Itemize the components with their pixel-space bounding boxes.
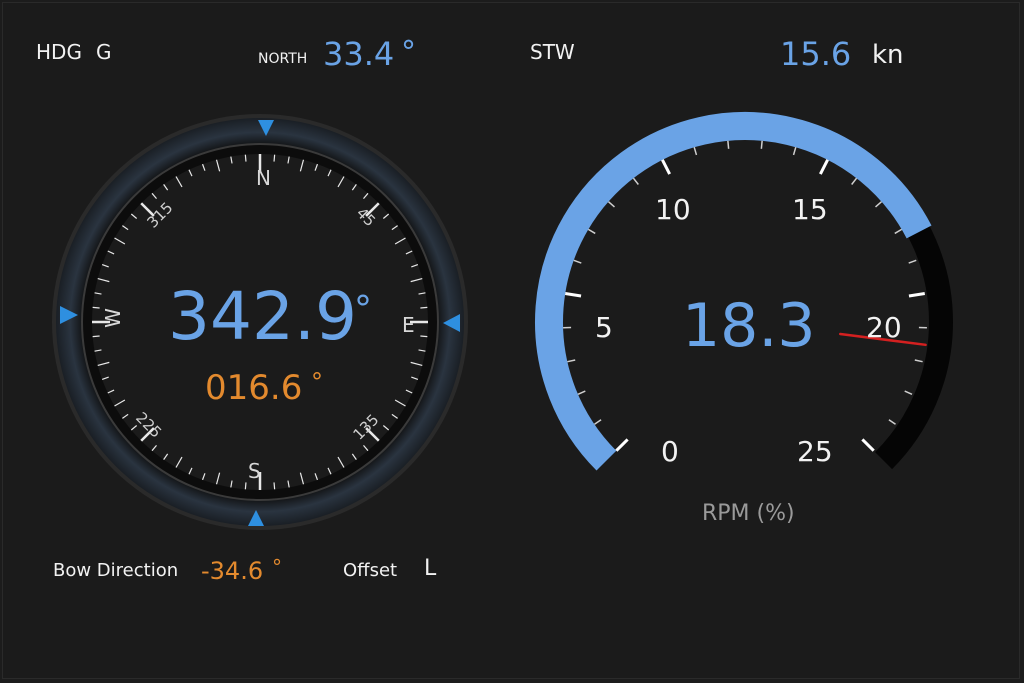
gauge-minor-tick: [888, 419, 896, 425]
gauge-tick-label: 5: [595, 311, 613, 344]
gauge-minor-tick: [904, 390, 913, 395]
gauge-major-tick: [908, 292, 925, 298]
gauge-major-tick: [819, 159, 829, 175]
gauge-minor-tick: [894, 228, 903, 235]
gauge-major-tick: [615, 438, 629, 452]
gauge-minor-tick: [727, 140, 730, 149]
gauge-minor-tick: [693, 147, 698, 156]
gauge-tick-label: 20: [866, 311, 902, 344]
gauge-tick-label: 25: [797, 435, 833, 468]
gauge-minor-tick: [577, 390, 586, 395]
gauge-minor-tick: [851, 177, 858, 185]
gauge-minor-tick: [760, 140, 763, 149]
gauge-minor-tick: [587, 228, 596, 235]
gauge-minor-tick: [573, 259, 582, 264]
gauge-tick-label: 10: [655, 193, 691, 226]
gauge-tick-label: 15: [792, 193, 828, 226]
gauge-minor-tick: [908, 259, 917, 264]
gauge-minor-tick: [632, 177, 639, 185]
gauge-minor-tick: [792, 147, 797, 156]
gauge-minor-tick: [567, 359, 576, 363]
gauge-major-tick: [565, 292, 582, 298]
gauge-minor-tick: [594, 419, 602, 425]
gauge-unit-label: RPM (%): [702, 501, 795, 526]
gauge-major-tick: [861, 438, 875, 452]
gauge-major-tick: [661, 159, 671, 175]
gauge-minor-tick: [914, 359, 923, 363]
gauge-value: 18.3: [682, 291, 816, 361]
gauge-minor-tick: [607, 201, 615, 208]
gauge-minor-tick: [875, 201, 883, 208]
gauge-tick-label: 0: [661, 435, 679, 468]
